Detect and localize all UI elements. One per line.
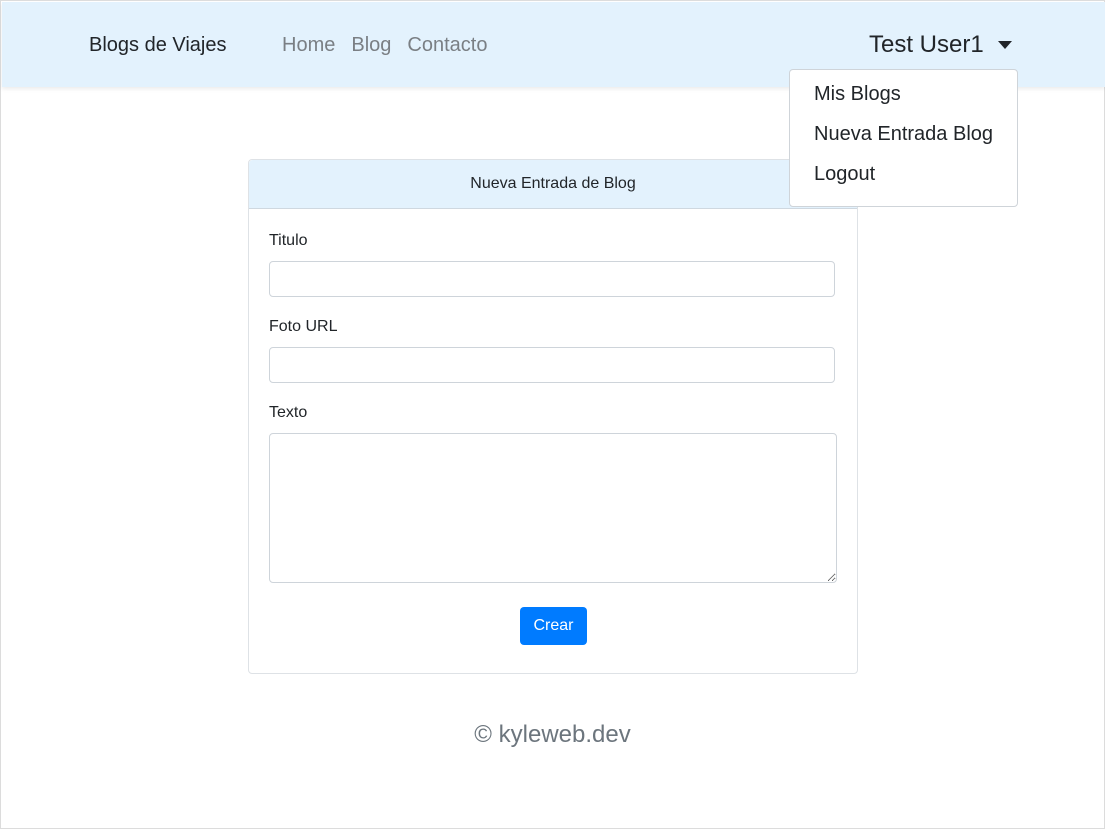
brand-link[interactable]: Blogs de Viajes	[89, 33, 227, 57]
user-dropdown-menu: Mis Blogs Nueva Entrada Blog Logout	[789, 69, 1018, 207]
card-title: Nueva Entrada de Blog	[249, 160, 857, 209]
nav-link-contacto[interactable]: Contacto	[407, 33, 487, 57]
caret-down-icon	[997, 41, 1012, 49]
nav-link-blog[interactable]: Blog	[351, 33, 391, 57]
texto-textarea[interactable]	[269, 433, 837, 583]
page-frame: Blogs de Viajes Home Blog Contacto Test …	[0, 0, 1105, 829]
foto-url-input[interactable]	[269, 347, 835, 383]
foto-url-label: Foto URL	[269, 318, 338, 335]
footer-copyright: © kyleweb.dev	[474, 721, 631, 748]
texto-label: Texto	[269, 404, 308, 421]
titulo-input[interactable]	[269, 261, 835, 297]
menu-item-logout[interactable]: Logout	[814, 162, 875, 186]
new-entry-card: Nueva Entrada de Blog Titulo Foto URL Te…	[248, 159, 858, 674]
nav-link-home[interactable]: Home	[282, 33, 335, 57]
menu-item-nueva-entrada-blog[interactable]: Nueva Entrada Blog	[814, 122, 993, 146]
titulo-label: Titulo	[269, 232, 308, 249]
crear-button[interactable]: Crear	[520, 607, 587, 645]
menu-item-mis-blogs[interactable]: Mis Blogs	[814, 82, 901, 106]
user-name: Test User1	[869, 31, 984, 58]
nav-links: Home Blog Contacto	[282, 33, 503, 57]
user-menu-toggle[interactable]: Test User1	[869, 31, 1012, 59]
